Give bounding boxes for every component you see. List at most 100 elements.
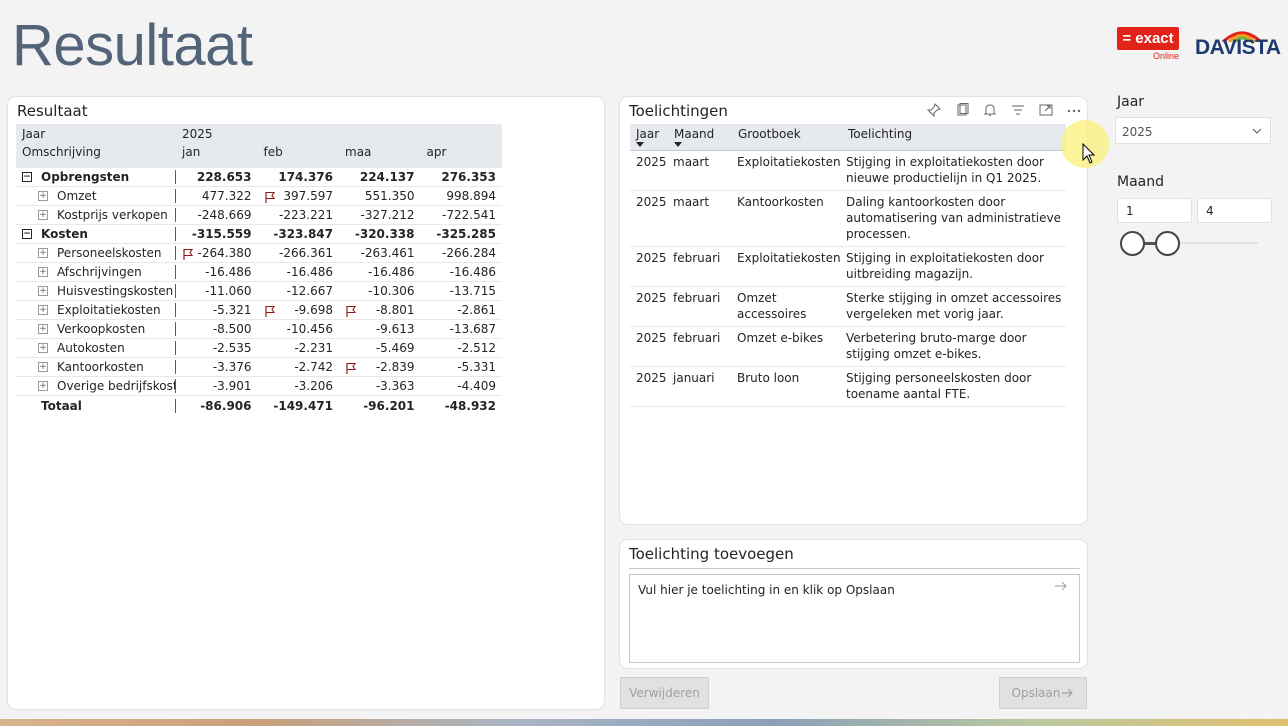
expand-icon[interactable]: +: [38, 248, 48, 258]
table-row[interactable]: + Kantoorkosten -3.376 -2.742 -2.839 -5.331: [16, 358, 502, 377]
col-maand[interactable]: Maand: [668, 124, 732, 150]
row-label: Opbrengsten: [41, 170, 130, 184]
table-row[interactable]: + Kostprijs verkopen -248.669 -223.221 -327.…: [16, 206, 502, 225]
col-grootboek[interactable]: Grootboek: [732, 124, 842, 150]
table-row[interactable]: − Kosten -315.559 -323.847 -320.338 -325.285: [16, 225, 502, 244]
bell-icon[interactable]: [982, 102, 1000, 118]
value-cell: 397.597: [258, 189, 340, 203]
table-row[interactable]: 2025 maart Exploitatiekosten Stijging in ex…: [630, 151, 1066, 191]
value-cell: -3.376: [212, 360, 252, 374]
cell-toelichting: Sterke stijging in omzet accessoires ver…: [846, 291, 1062, 321]
expand-icon[interactable]: +: [38, 267, 48, 277]
resultaat-title: Resultaat: [17, 102, 88, 120]
expand-icon[interactable]: +: [38, 381, 48, 391]
expand-icon[interactable]: +: [38, 191, 48, 201]
header-year[interactable]: 2025: [176, 127, 258, 141]
sort-down-icon: [674, 142, 682, 147]
row-label: Kantoorkosten: [57, 360, 144, 374]
table-row[interactable]: Totaal -86.906 -149.471 -96.201 -48.932: [16, 396, 502, 415]
collapse-icon[interactable]: −: [22, 172, 32, 182]
value-cell: -315.559: [191, 227, 252, 241]
cell-jaar: 2025: [636, 291, 667, 305]
expand-icon[interactable]: +: [38, 305, 48, 315]
value-cell: -5.469: [375, 341, 415, 355]
expand-icon[interactable]: +: [38, 343, 48, 353]
save-label: Opslaan: [1011, 686, 1061, 700]
value-cell: 228.653: [196, 170, 252, 184]
table-row[interactable]: 2025 februari Omzet e-bikes Verbetering bru…: [630, 327, 1066, 367]
table-row[interactable]: 2025 februari Exploitatiekosten Stijging in…: [630, 247, 1066, 287]
table-row[interactable]: + Overige bedrijfskost... -3.901 -3.206 -3.3…: [16, 377, 502, 396]
cell-grootboek: Bruto loon: [737, 371, 800, 385]
cell-jaar: 2025: [636, 331, 667, 345]
maand-max-input[interactable]: 4: [1197, 198, 1272, 223]
row-label: Omzet: [57, 189, 97, 203]
table-row[interactable]: 2025 maart Kantoorkosten Daling kantoorkost…: [630, 191, 1066, 247]
value-cell: -266.361: [279, 246, 333, 260]
cell-jaar: 2025: [636, 195, 667, 209]
focus-mode-icon[interactable]: [1038, 102, 1056, 118]
cell-jaar: 2025: [636, 371, 667, 385]
header-month[interactable]: jan: [176, 145, 258, 159]
table-row[interactable]: 2025 januari Bruto loon Stijging personeels…: [630, 367, 1066, 407]
value-cell: -2.861: [457, 303, 496, 317]
value-cell: -3.901: [212, 379, 252, 393]
table-row[interactable]: + Omzet 477.322 397.597 551.350 998.894: [16, 187, 502, 206]
more-options-icon[interactable]: [1066, 102, 1084, 118]
mouse-pointer-icon: [1082, 143, 1096, 164]
cell-grootboek: Kantoorkosten: [737, 195, 824, 209]
send-arrow-icon[interactable]: [1054, 580, 1068, 592]
cell-toelichting: Stijging personeelskosten door toename a…: [846, 371, 1032, 401]
cell-jaar: 2025: [636, 251, 667, 265]
maand-min-input[interactable]: 1: [1117, 198, 1192, 223]
pin-icon[interactable]: [926, 102, 944, 118]
copy-icon[interactable]: [954, 102, 972, 118]
value-cell: -2.742: [294, 360, 333, 374]
jaar-dropdown[interactable]: 2025: [1115, 117, 1271, 144]
value-cell: -248.669: [197, 208, 252, 222]
table-row[interactable]: − Opbrengsten 228.653 174.376 224.137 276.353: [16, 168, 502, 187]
table-row[interactable]: + Huisvestingskosten -11.060 -12.667 -10.306…: [16, 282, 502, 301]
header-jaar[interactable]: Jaar: [16, 127, 176, 141]
filter-icon[interactable]: [1010, 102, 1028, 118]
value-cell: -4.409: [457, 379, 496, 393]
expand-icon[interactable]: +: [38, 286, 48, 296]
toevoegen-title: Toelichting toevoegen: [629, 545, 794, 563]
row-label: Totaal: [41, 398, 82, 413]
value-cell: -325.285: [436, 227, 496, 241]
row-label: Afschrijvingen: [57, 265, 142, 279]
table-row[interactable]: + Afschrijvingen -16.486 -16.486 -16.486 -16.…: [16, 263, 502, 282]
value-cell: -9.613: [375, 322, 415, 336]
matrix-header: Jaar 2025 Omschrijving jan feb maa apr: [16, 124, 502, 168]
col-toelichting[interactable]: Toelichting: [842, 124, 1066, 150]
delete-button[interactable]: Verwijderen: [620, 677, 709, 709]
header-month[interactable]: apr: [421, 145, 503, 159]
save-button[interactable]: Opslaan: [999, 677, 1087, 709]
table-row[interactable]: 2025 februari Omzet accessoires Sterke stij…: [630, 287, 1066, 327]
value-cell: -323.847: [273, 227, 333, 241]
value-cell: -13.715: [449, 284, 496, 298]
col-jaar[interactable]: Jaar: [630, 124, 668, 150]
header-month[interactable]: maa: [339, 145, 421, 159]
row-label: Verkoopkosten: [57, 322, 146, 336]
table-row[interactable]: + Exploitatiekosten -5.321 -9.698 -8.801 -2.8…: [16, 301, 502, 320]
value-cell: -264.380: [176, 246, 258, 260]
header-omschrijving[interactable]: Omschrijving: [16, 145, 176, 159]
maand-slider-min-handle[interactable]: [1120, 231, 1145, 256]
page-title: Resultaat: [12, 13, 253, 78]
table-row[interactable]: + Autokosten -2.535 -2.231 -5.469 -2.512: [16, 339, 502, 358]
row-label: Personeelskosten: [57, 246, 162, 260]
expand-icon[interactable]: +: [38, 324, 48, 334]
collapse-icon[interactable]: −: [22, 229, 32, 239]
table-row[interactable]: + Personeelskosten -264.380 -266.361 -263.46…: [16, 244, 502, 263]
value-cell: -3.363: [375, 379, 415, 393]
header-month[interactable]: feb: [258, 145, 340, 159]
value-cell: -266.284: [442, 246, 496, 260]
jaar-selected: 2025: [1122, 125, 1153, 139]
expand-icon[interactable]: +: [38, 210, 48, 220]
table-row[interactable]: + Verkoopkosten -8.500 -10.456 -9.613 -13.687: [16, 320, 502, 339]
value-cell: -2.535: [212, 341, 252, 355]
maand-slider-max-handle[interactable]: [1155, 231, 1180, 256]
toelichting-input[interactable]: Vul hier je toelichting in en klik op Op…: [629, 574, 1080, 663]
expand-icon[interactable]: +: [38, 362, 48, 372]
